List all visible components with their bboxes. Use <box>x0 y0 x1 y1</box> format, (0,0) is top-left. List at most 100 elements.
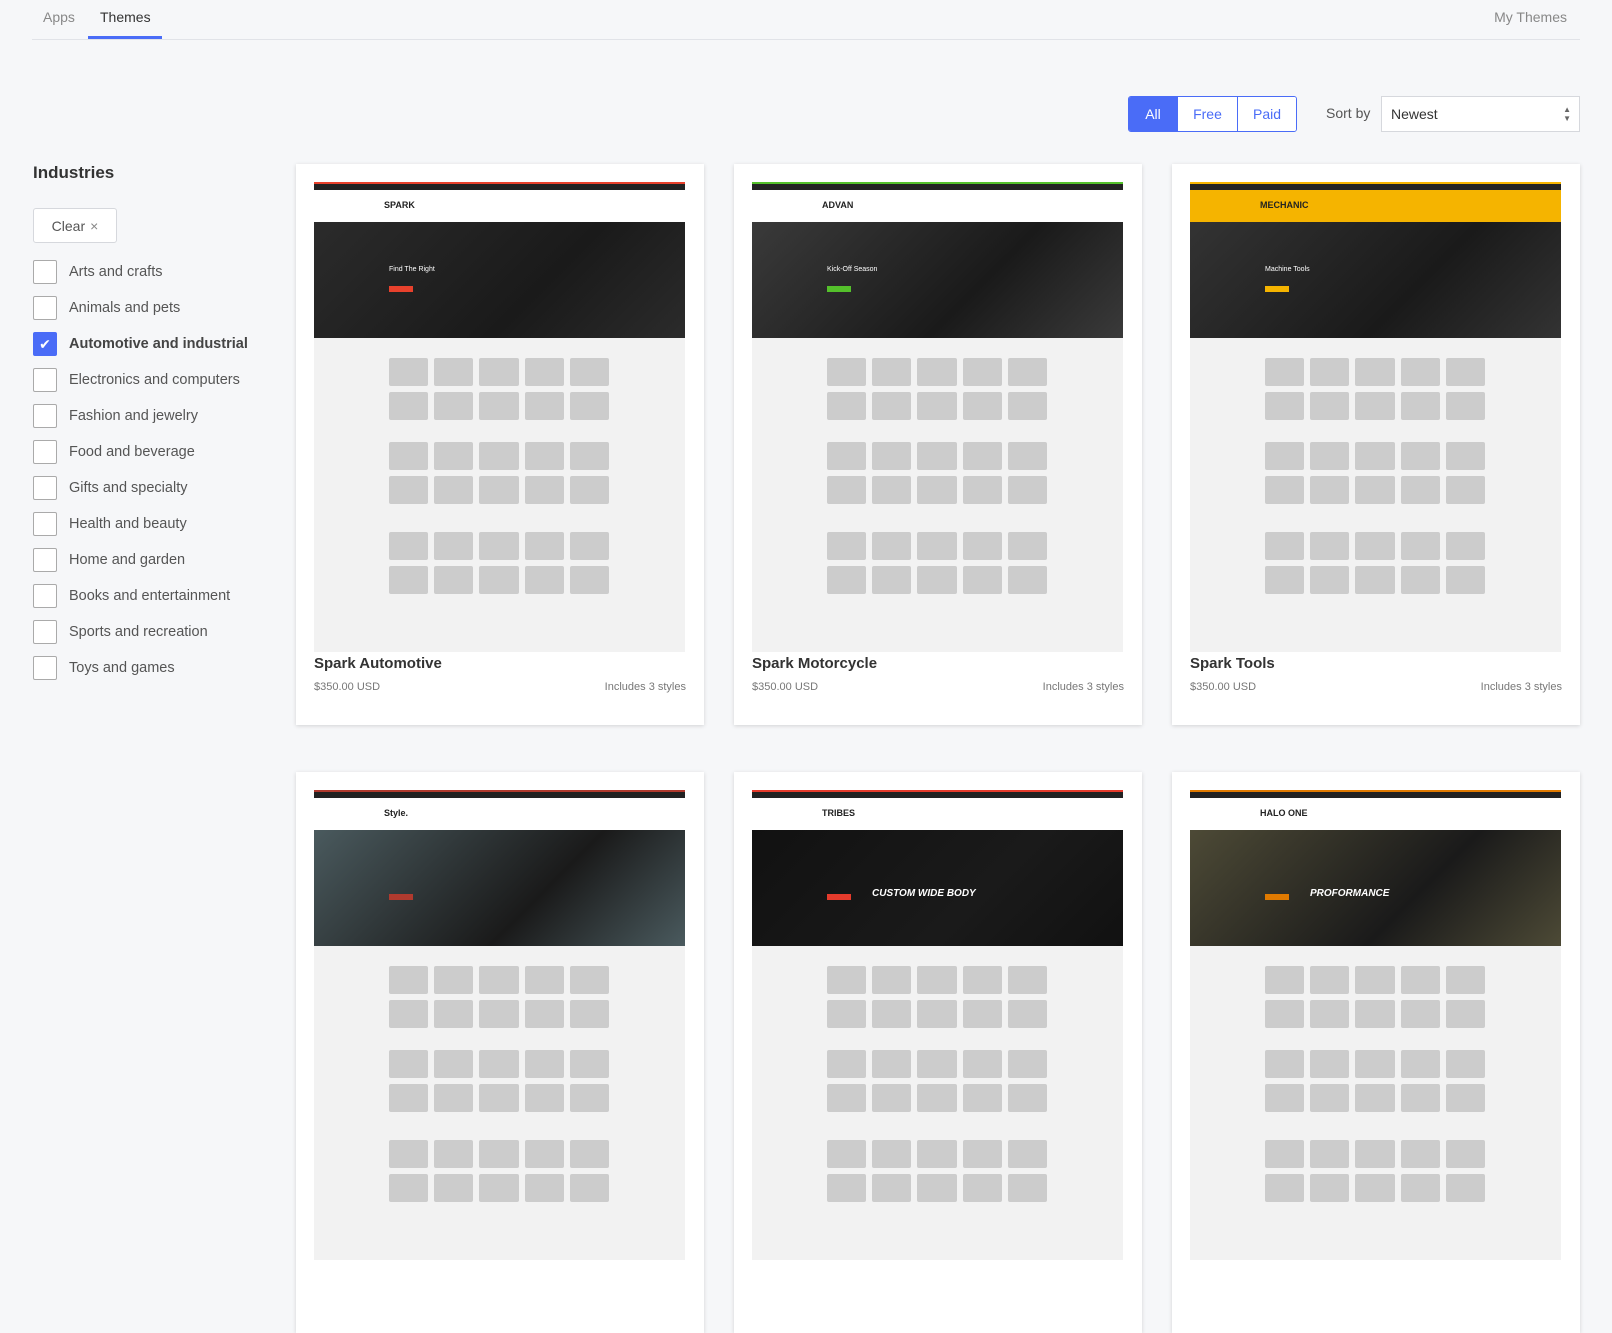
industry-label: Home and garden <box>69 552 186 568</box>
preview-product <box>479 358 519 386</box>
preview-product <box>389 358 429 386</box>
preview-product <box>1265 1084 1305 1112</box>
preview-product <box>434 1084 474 1112</box>
filter-paid-button[interactable]: Paid <box>1237 97 1296 131</box>
preview-product <box>434 1050 474 1078</box>
industry-checkbox[interactable]: Sports and recreation <box>33 620 208 644</box>
filter-all-button[interactable]: All <box>1129 97 1177 131</box>
sort-select[interactable]: Newest ▲ ▼ <box>1381 96 1580 132</box>
preview-grid <box>389 442 609 504</box>
preview-product <box>827 1174 867 1202</box>
checkbox[interactable] <box>33 548 57 572</box>
tab-apps[interactable]: Apps <box>43 9 75 25</box>
preview-product <box>1355 1140 1395 1168</box>
preview-product <box>1310 1050 1350 1078</box>
preview-grid <box>1265 532 1485 594</box>
preview-product <box>479 532 519 560</box>
theme-card[interactable]: TRIBES CUSTOM WIDE BODY <box>734 772 1142 1333</box>
theme-card[interactable]: MECHANIC Machine Tools Spark Tools $350.… <box>1172 164 1580 725</box>
preview-grid <box>1265 358 1485 420</box>
theme-styles-count: Includes 3 styles <box>1480 681 1562 693</box>
industry-checkbox[interactable]: Home and garden <box>33 548 185 572</box>
industry-checkbox[interactable]: Gifts and specialty <box>33 476 187 500</box>
preview-product <box>1445 476 1485 504</box>
preview-product <box>917 566 957 594</box>
preview-product <box>827 442 867 470</box>
preview-product <box>389 1050 429 1078</box>
filter-free-button[interactable]: Free <box>1177 97 1237 131</box>
checkbox[interactable] <box>33 476 57 500</box>
preview-product <box>1400 966 1440 994</box>
tab-themes[interactable]: Themes <box>100 9 151 25</box>
preview-product <box>872 1174 912 1202</box>
preview-product <box>569 566 609 594</box>
preview-product <box>569 966 609 994</box>
preview-topbar <box>752 790 1123 798</box>
theme-card[interactable]: Style. <box>296 772 704 1333</box>
industry-checkbox[interactable]: ✔ Automotive and industrial <box>33 332 248 356</box>
theme-name[interactable]: Spark Automotive <box>314 655 442 672</box>
preview-cta <box>827 286 851 292</box>
preview-topbar <box>314 790 685 798</box>
industry-checkbox[interactable]: Toys and games <box>33 656 175 680</box>
preview-product <box>1310 476 1350 504</box>
theme-card[interactable]: ADVAN Kick-Off Season Spark Motorcycle $… <box>734 164 1142 725</box>
industry-checkbox[interactable]: Electronics and computers <box>33 368 240 392</box>
checkbox[interactable] <box>33 404 57 428</box>
preview-grid <box>827 358 1047 420</box>
theme-card[interactable]: SPARK Find The Right Spark Automotive $3… <box>296 164 704 725</box>
checkbox[interactable] <box>33 296 57 320</box>
theme-name[interactable]: Spark Motorcycle <box>752 655 877 672</box>
checkbox[interactable] <box>33 260 57 284</box>
checkbox[interactable] <box>33 656 57 680</box>
top-tabs: Apps Themes My Themes <box>32 0 1580 40</box>
checkbox[interactable]: ✔ <box>33 332 57 356</box>
preview-product <box>1355 476 1395 504</box>
preview-product <box>479 1174 519 1202</box>
checkbox[interactable] <box>33 512 57 536</box>
preview-product <box>569 392 609 420</box>
theme-name[interactable]: Spark Tools <box>1190 655 1275 672</box>
industry-checkbox[interactable]: Fashion and jewelry <box>33 404 198 428</box>
preview-product <box>962 442 1002 470</box>
industry-checkbox[interactable]: Health and beauty <box>33 512 187 536</box>
preview-product <box>1007 532 1047 560</box>
preview-product <box>1265 442 1305 470</box>
preview-product <box>479 392 519 420</box>
preview-product <box>917 532 957 560</box>
active-tab-indicator <box>88 36 162 39</box>
preview-product <box>479 1000 519 1028</box>
preview-product <box>524 1084 564 1112</box>
preview-product <box>962 566 1002 594</box>
preview-product <box>524 966 564 994</box>
preview-product <box>1310 1084 1350 1112</box>
preview-product <box>962 966 1002 994</box>
checkbox[interactable] <box>33 368 57 392</box>
clear-label: Clear <box>51 217 86 234</box>
preview-product <box>524 392 564 420</box>
theme-preview-image: MECHANIC Machine Tools <box>1190 182 1561 652</box>
industry-checkbox[interactable]: Books and entertainment <box>33 584 230 608</box>
theme-card[interactable]: HALO ONE PROFORMANCE <box>1172 772 1580 1333</box>
preview-grid <box>389 1140 609 1202</box>
preview-product <box>434 966 474 994</box>
preview-product <box>569 1000 609 1028</box>
industry-checkbox[interactable]: Animals and pets <box>33 296 180 320</box>
checkbox[interactable] <box>33 620 57 644</box>
preview-product <box>827 392 867 420</box>
clear-filters-button[interactable]: Clear × <box>33 208 117 243</box>
industry-checkbox[interactable]: Arts and crafts <box>33 260 162 284</box>
preview-product <box>1310 966 1350 994</box>
checkmark-icon: ✔ <box>39 335 51 352</box>
preview-grid <box>827 442 1047 504</box>
checkbox[interactable] <box>33 440 57 464</box>
my-themes-link[interactable]: My Themes <box>1494 9 1567 25</box>
preview-product <box>1400 532 1440 560</box>
preview-product <box>1007 966 1047 994</box>
checkbox[interactable] <box>33 584 57 608</box>
preview-product <box>1400 1140 1440 1168</box>
preview-product <box>1310 566 1350 594</box>
preview-product <box>1445 1050 1485 1078</box>
industry-checkbox[interactable]: Food and beverage <box>33 440 195 464</box>
preview-product <box>1007 1140 1047 1168</box>
